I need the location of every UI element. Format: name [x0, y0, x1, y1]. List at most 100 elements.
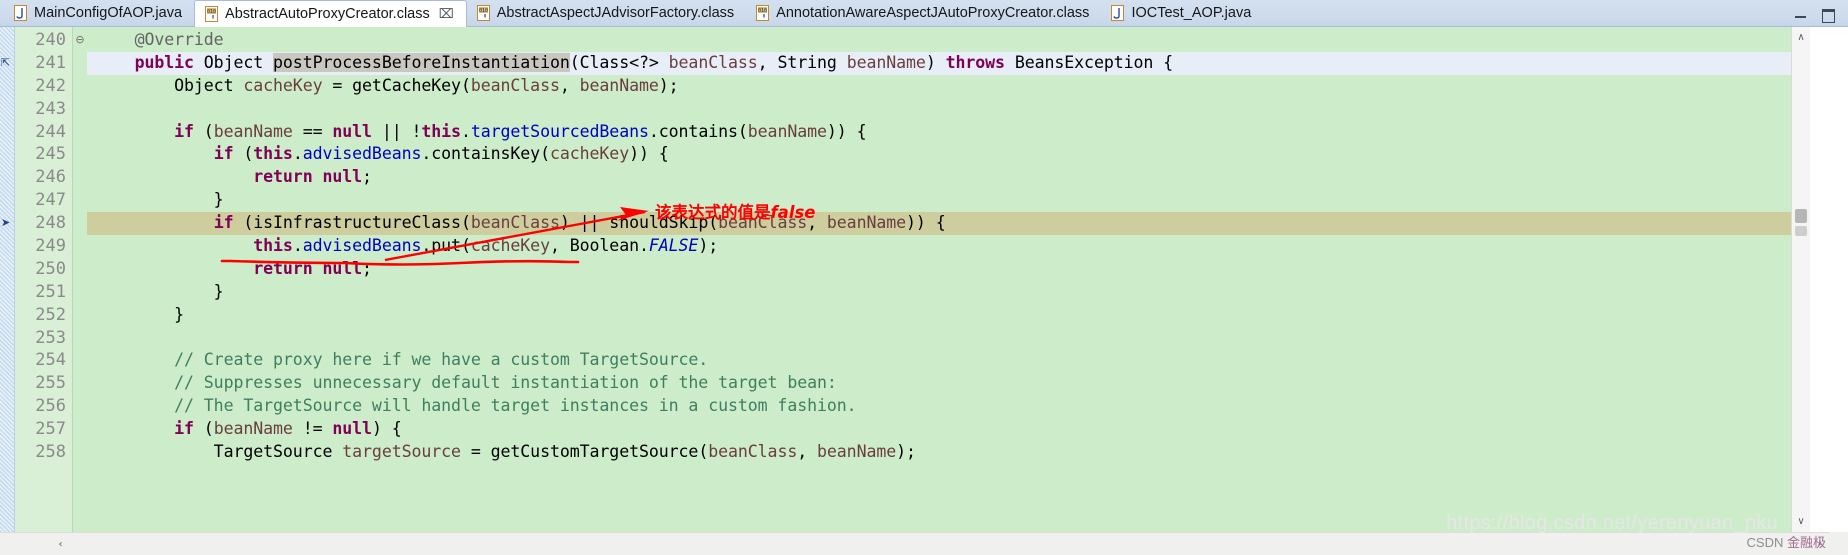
minimize-icon[interactable]	[1794, 8, 1807, 20]
tab-close-icon[interactable]: ⌧	[439, 8, 454, 21]
debug-current-instruction-icon[interactable]: ➤	[1, 216, 14, 229]
code-line-250[interactable]: return null;	[87, 258, 1810, 281]
code-token: null	[322, 258, 363, 278]
code-folding-ruler[interactable]: ⊖	[73, 27, 87, 532]
tab-label: MainConfigOfAOP.java	[34, 5, 183, 21]
code-token: }	[95, 281, 224, 301]
tab-label: AbstractAutoProxyCreator.class	[225, 6, 430, 22]
code-token: cacheKey	[549, 144, 630, 164]
code-token: targetSourcedBeans	[470, 121, 649, 141]
code-token: this	[253, 144, 293, 164]
code-token: .	[292, 144, 303, 164]
scroll-up-icon[interactable]: ∧	[1792, 29, 1810, 46]
class-file-icon: 010	[476, 5, 490, 21]
code-line-244[interactable]: if (beanName == null || !this.targetSour…	[87, 121, 1810, 144]
code-token: (	[193, 121, 214, 141]
code-line-257[interactable]: if (beanName != null) {	[87, 418, 1810, 441]
code-token: beanName	[846, 52, 926, 72]
code-token: .	[292, 236, 303, 256]
fold-empty	[73, 121, 87, 144]
tab-abstractautoproxycreator-class[interactable]: 010 AbstractAutoProxyCreator.class ⌧	[194, 0, 467, 27]
code-token: );	[658, 75, 679, 95]
line-number: 241	[35, 52, 66, 73]
code-viewport[interactable]: ⇱ ➤ 240 241 242 243 244 245 246 247 248 249 250 251 2…	[0, 27, 1810, 532]
tab-abstractaspectjadvisorfactory-class[interactable]: 010 AbstractAspectJAdvisorFactory.class	[467, 0, 746, 26]
code-token: )) {	[629, 144, 669, 164]
fold-empty	[73, 372, 87, 395]
code-token: ,	[559, 75, 580, 95]
code-token: Object	[203, 52, 264, 72]
vertical-scrollbar-thumb-secondary[interactable]	[1795, 226, 1807, 236]
code-token: null	[322, 167, 363, 187]
tab-label: AbstractAspectJAdvisorFactory.class	[496, 5, 735, 21]
maximize-icon[interactable]	[1821, 8, 1835, 23]
tab-ioctest-aop-java[interactable]: IOCTest_AOP.java	[1101, 0, 1263, 26]
overridden-method-icon[interactable]: ⇱	[1, 56, 14, 69]
vertical-scrollbar-thumb[interactable]	[1795, 209, 1807, 223]
window-controls	[1794, 8, 1848, 26]
code-line-248[interactable]: if (isInfrastructureClass(beanClass) || …	[87, 212, 1810, 236]
code-line-243[interactable]	[87, 98, 1810, 121]
fold-empty	[73, 258, 87, 281]
fold-toggle-icon[interactable]: ⊖	[73, 29, 87, 52]
code-line-247[interactable]: }	[87, 189, 1810, 212]
line-number: 252	[35, 304, 66, 325]
tab-annotationawareaspectjautoproxycreator-class[interactable]: 010 AnnotationAwareAspectJAutoProxyCreat…	[746, 0, 1101, 26]
code-line-258[interactable]: TargetSource targetSource = getCustomTar…	[87, 441, 1810, 464]
code-token: }	[95, 304, 185, 324]
code-token: FALSE	[648, 236, 699, 256]
code-token: null	[332, 419, 372, 439]
line-number: 242	[35, 75, 66, 96]
source-code-text[interactable]: @Override public Object postProcessBefor…	[87, 27, 1810, 532]
marker-annotation-ruler[interactable]: ⇱ ➤	[0, 27, 15, 532]
line-number: 247	[35, 190, 66, 211]
code-line-256[interactable]: // The TargetSource will handle target i…	[87, 395, 1810, 418]
code-line-252[interactable]: }	[87, 304, 1810, 327]
code-line-242[interactable]: Object cacheKey = getCacheKey(beanClass,…	[87, 75, 1810, 98]
fold-empty	[73, 52, 87, 75]
horizontal-scrollbar[interactable]: ‹ ›	[0, 532, 1848, 555]
fold-empty	[73, 212, 87, 235]
line-number: 256	[35, 396, 66, 417]
scroll-left-icon[interactable]: ‹	[52, 536, 69, 553]
code-token: )	[925, 52, 946, 72]
code-token: Class<?>	[579, 52, 669, 72]
code-line-255[interactable]: // Suppresses unnecessary default instan…	[87, 372, 1810, 395]
code-token: beanClass	[668, 52, 758, 72]
code-line-246[interactable]: return null;	[87, 166, 1810, 189]
code-token: public	[134, 52, 194, 72]
code-token: cacheKey	[243, 75, 323, 95]
code-line-254[interactable]: // Create proxy here if we have a custom…	[87, 349, 1810, 372]
scroll-down-icon[interactable]: ∨	[1792, 513, 1810, 530]
svg-text:010: 010	[758, 8, 767, 14]
code-token: (	[233, 144, 254, 164]
fold-empty	[73, 143, 87, 166]
scrollbar-corner	[1829, 532, 1848, 555]
code-line-245[interactable]: if (this.advisedBeans.containsKey(cacheK…	[87, 143, 1810, 166]
fold-empty	[73, 166, 87, 189]
tab-mainconfigofaop-java[interactable]: MainConfigOfAOP.java	[4, 0, 194, 26]
line-number: 249	[35, 236, 66, 257]
line-number: 243	[35, 98, 66, 119]
code-line-253[interactable]	[87, 327, 1810, 350]
line-number: 255	[35, 373, 66, 394]
code-line-249[interactable]: this.advisedBeans.put(cacheKey, Boolean.…	[87, 235, 1810, 258]
editor-tab-bar: MainConfigOfAOP.java 010 AbstractAutoPro…	[0, 0, 1848, 27]
code-line-251[interactable]: }	[87, 281, 1810, 304]
code-editor: ⇱ ➤ 240 241 242 243 244 245 246 247 248 249 250 251 2…	[0, 27, 1848, 555]
code-line-240[interactable]: @Override	[87, 29, 1810, 52]
fold-empty	[73, 327, 87, 350]
fold-empty	[73, 418, 87, 441]
code-token: || !	[371, 121, 422, 141]
line-number: 254	[35, 350, 66, 371]
vertical-scrollbar[interactable]: ∧ ∨	[1791, 27, 1810, 532]
code-line-241[interactable]: public Object postProcessBeforeInstantia…	[87, 51, 1810, 75]
java-file-icon	[14, 5, 27, 21]
